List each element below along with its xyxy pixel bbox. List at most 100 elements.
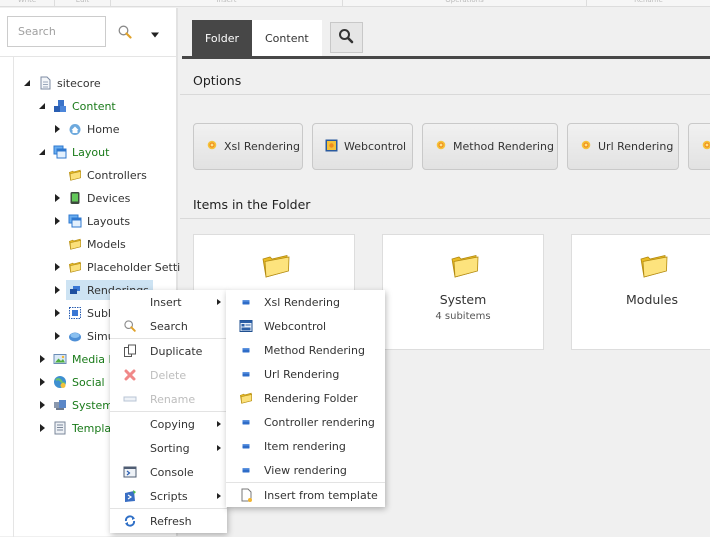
menu-item-refresh[interactable]: Refresh — [110, 509, 227, 533]
tree-node-content[interactable]: Content — [37, 96, 116, 116]
search-options-dropdown-icon[interactable] — [150, 28, 160, 38]
option-label: Method Rendering — [453, 140, 554, 153]
tree-node-label: Layouts — [87, 214, 131, 228]
tree-node-social[interactable]: Social — [37, 372, 105, 392]
submenu-item-item-rendering[interactable]: Item rendering — [226, 434, 385, 458]
tree-node-system[interactable]: System — [37, 395, 113, 415]
collapsed-triangle-icon[interactable] — [52, 331, 62, 341]
duplicate-icon — [123, 344, 137, 358]
option-url-rendering-button[interactable]: Url Rendering — [567, 123, 679, 170]
menu-item-label: Controller rendering — [264, 415, 375, 429]
tree-node-layouts[interactable]: Layouts — [52, 211, 130, 231]
rendering-icon — [239, 367, 253, 381]
tab-folder[interactable]: Folder — [192, 20, 252, 56]
collapsed-triangle-icon[interactable] — [37, 400, 47, 410]
rendering-icon — [239, 463, 253, 477]
collapsed-triangle-icon[interactable] — [52, 285, 62, 295]
option-method-rendering-button[interactable]: Method Rendering — [422, 123, 558, 170]
collapsed-triangle-icon[interactable] — [52, 216, 62, 226]
ribbon-group-insert: Insert — [111, 0, 343, 7]
collapsed-triangle-icon[interactable] — [52, 193, 62, 203]
collapsed-triangle-icon[interactable] — [37, 423, 47, 433]
tree-node-placeholder-settings[interactable]: Placeholder Settin — [52, 257, 187, 277]
rendering-icon — [701, 139, 710, 154]
collapsed-triangle-icon[interactable] — [37, 377, 47, 387]
divider — [0, 56, 176, 57]
search-icon — [338, 28, 354, 47]
menu-item-scripts[interactable]: Scripts — [110, 484, 227, 508]
rendering-icon — [435, 139, 447, 154]
menu-item-label: Rendering Folder — [264, 391, 358, 405]
tree-search-input[interactable] — [7, 16, 106, 47]
tab-bar-underline — [182, 56, 710, 59]
folder-item-card-system[interactable]: System 4 subitems — [382, 234, 544, 350]
collapsed-triangle-icon[interactable] — [37, 354, 47, 364]
expanded-triangle-icon[interactable] — [22, 78, 32, 88]
rendering-icon — [206, 139, 218, 154]
tree-node-devices[interactable]: Devices — [52, 188, 130, 208]
menu-item-insert[interactable]: Insert — [110, 290, 227, 314]
submenu-item-view-rendering[interactable]: View rendering — [226, 458, 385, 482]
tree-node-label: Models — [87, 237, 126, 251]
divider — [180, 218, 710, 219]
submenu-item-insert-from-template[interactable]: Insert from template — [226, 483, 385, 507]
option-webcontrol-button[interactable]: Webcontrol — [312, 123, 413, 170]
menu-item-label: Delete — [150, 368, 187, 382]
collapsed-triangle-icon[interactable] — [52, 124, 62, 134]
rendering-icon — [68, 283, 82, 297]
delete-icon — [123, 368, 137, 382]
device-icon — [68, 191, 82, 205]
folder-icon — [261, 250, 291, 283]
templates-icon — [53, 421, 67, 435]
search-icon — [123, 319, 137, 333]
ribbon-group-edit: Edit — [55, 0, 111, 7]
submenu-item-url-rendering[interactable]: Url Rendering — [226, 362, 385, 386]
tree-node-label: Layout — [72, 145, 110, 159]
menu-item-label: Copying — [150, 417, 195, 431]
submenu-item-controller-rendering[interactable]: Controller rendering — [226, 410, 385, 434]
submenu-item-method-rendering[interactable]: Method Rendering — [226, 338, 385, 362]
menu-item-label: Webcontrol — [264, 319, 327, 333]
content-cubes-icon — [53, 99, 67, 113]
option-xsl-rendering-button[interactable]: Xsl Rendering — [193, 123, 303, 170]
menu-item-sorting[interactable]: Sorting — [110, 436, 227, 460]
menu-item-duplicate[interactable]: Duplicate — [110, 339, 227, 363]
search-icon[interactable] — [117, 24, 133, 40]
folder-item-card-modules[interactable]: Modules — [571, 234, 710, 350]
tab-content[interactable]: Content — [252, 20, 322, 56]
submenu-item-rendering-folder[interactable]: Rendering Folder — [226, 386, 385, 410]
menu-item-console[interactable]: Console — [110, 460, 227, 484]
editor-tabs: Folder Content — [192, 20, 363, 56]
submenu-item-webcontrol[interactable]: Webcontrol — [226, 314, 385, 338]
option-more-button[interactable] — [688, 123, 710, 170]
submenu-item-xsl-rendering[interactable]: Xsl Rendering — [226, 290, 385, 314]
collapsed-triangle-icon[interactable] — [52, 262, 62, 272]
tree-node-sitecore[interactable]: sitecore — [22, 73, 101, 93]
tree-node-home[interactable]: Home — [52, 119, 119, 139]
menu-item-label: Xsl Rendering — [264, 295, 340, 309]
menu-item-label: Item rendering — [264, 439, 346, 453]
menu-item-label: Url Rendering — [264, 367, 340, 381]
rendering-icon — [239, 295, 253, 309]
webcontrol-icon — [239, 319, 253, 333]
tree-node-models[interactable]: Models — [52, 234, 126, 254]
expanded-triangle-icon[interactable] — [37, 147, 47, 157]
menu-item-label: Method Rendering — [264, 343, 365, 357]
menu-item-label: Search — [150, 319, 188, 333]
menu-item-search[interactable]: Search — [110, 314, 227, 338]
tree-node-controllers[interactable]: Controllers — [52, 165, 147, 185]
menu-item-rename[interactable]: Rename — [110, 387, 227, 411]
divider — [180, 94, 710, 95]
rendering-icon — [239, 415, 253, 429]
insert-submenu: Xsl Rendering Webcontrol Method Renderin… — [226, 290, 385, 507]
folder-icon — [239, 391, 253, 405]
expanded-triangle-icon[interactable] — [37, 101, 47, 111]
tree-node-layout[interactable]: Layout — [37, 142, 109, 162]
menu-item-copying[interactable]: Copying — [110, 412, 227, 436]
tab-search-button[interactable] — [329, 22, 363, 53]
menu-item-label: View rendering — [264, 463, 347, 477]
menu-item-delete[interactable]: Delete — [110, 363, 227, 387]
submenu-arrow-icon — [217, 299, 221, 305]
console-icon — [123, 465, 137, 479]
collapsed-triangle-icon[interactable] — [52, 308, 62, 318]
